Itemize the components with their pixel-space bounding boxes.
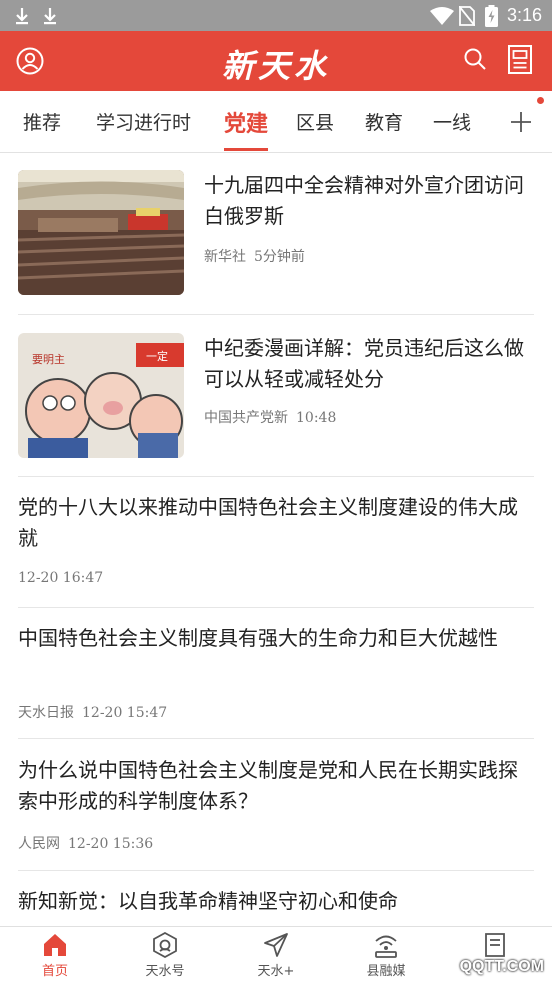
home-icon	[44, 934, 66, 956]
cartoon-image: 要明主 一定	[18, 333, 184, 458]
nav-label: 天水号	[145, 964, 185, 979]
tab-districts[interactable]: 区县	[296, 108, 334, 135]
news-item[interactable]: 中国特色社会主义制度具有强大的生命力和巨大优越性 天水日报 12-20 15:47	[18, 623, 534, 739]
cartoon-caption: 一定	[146, 349, 168, 363]
news-title: 为什么说中国特色社会主义制度是党和人民在长期实践探索中形成的科学制度体系？	[18, 758, 518, 813]
tab-party-building[interactable]: 党建	[224, 106, 268, 138]
divider	[18, 870, 534, 871]
news-meta: 中国共产党新 10:48	[204, 407, 344, 427]
newspaper-icon[interactable]	[508, 45, 534, 75]
tab-frontline[interactable]: 一线	[433, 108, 471, 135]
battery-icon	[485, 5, 498, 27]
news-item[interactable]: 新知新觉：以自我革命精神坚守初心和使命	[18, 886, 534, 926]
download-icon	[44, 8, 56, 25]
news-title: 党的十八大以来推动中国特色社会主义制度建设的伟大成就	[18, 495, 518, 550]
nav-label: 首页	[41, 964, 68, 979]
news-meta: 12-20 16:47	[18, 570, 111, 586]
account-icon	[153, 932, 177, 958]
news-item[interactable]: 党的十八大以来推动中国特色社会主义制度建设的伟大成就 12-20 16:47	[18, 492, 534, 608]
divider	[18, 738, 534, 739]
divider	[18, 476, 534, 477]
watermark: QQTT.COM	[459, 958, 544, 975]
download-icon	[16, 8, 28, 25]
news-time: 12-20 15:47	[82, 705, 168, 721]
nav-tianshui-plus[interactable]: 天水+	[221, 927, 331, 982]
news-time: 5分钟前	[254, 249, 305, 265]
add-tab-icon[interactable]	[510, 111, 532, 133]
cartoon-caption: 要明主	[32, 353, 65, 366]
news-thumbnail: 要明主 一定	[18, 333, 184, 458]
category-tabs: 推荐 学习进行时 党建 区县 教育 一线	[0, 91, 552, 153]
assembly-hall-image	[18, 170, 184, 295]
nav-label: 县融媒	[366, 964, 406, 979]
news-meta: 新华社 5分钟前	[204, 246, 313, 266]
notification-dot	[537, 97, 544, 104]
status-bar: 3:16	[0, 0, 552, 31]
tab-education[interactable]: 教育	[365, 108, 403, 135]
news-title: 中纪委漫画详解：党员违纪后这么做可以从轻或减轻处分	[204, 336, 524, 391]
news-source: 天水日报	[18, 705, 74, 721]
nav-county-media[interactable]: 县融媒	[331, 927, 441, 982]
news-source: 人民网	[18, 836, 60, 852]
active-tab-indicator	[224, 148, 268, 151]
news-source: 中国共产党新	[204, 410, 288, 426]
news-item[interactable]: 要明主 一定 中纪委漫画详解：党员违纪后这么做可以从轻或减轻处分 中国共产党新 1…	[18, 333, 534, 477]
divider	[18, 314, 534, 315]
news-source: 新华社	[204, 249, 246, 265]
news-thumbnail	[18, 170, 184, 295]
newspaper-icon	[485, 933, 505, 957]
news-time: 12-20 16:47	[18, 570, 104, 586]
search-icon[interactable]	[463, 47, 487, 71]
no-sim-icon	[459, 6, 475, 26]
app-header: 新天水	[0, 31, 552, 91]
news-meta: 天水日报 12-20 15:47	[18, 702, 175, 722]
news-meta: 人民网 12-20 15:36	[18, 833, 161, 853]
nav-home[interactable]: 首页	[0, 927, 110, 982]
news-title: 新知新觉：以自我革命精神坚守初心和使命	[18, 889, 398, 913]
clock: 3:16	[506, 5, 542, 25]
news-time: 10:48	[296, 410, 337, 426]
broadcast-icon	[375, 935, 397, 958]
news-title: 十九届四中全会精神对外宣介团访问白俄罗斯	[204, 173, 524, 228]
send-icon	[264, 933, 288, 957]
divider	[18, 607, 534, 608]
news-item[interactable]: 十九届四中全会精神对外宣介团访问白俄罗斯 新华社 5分钟前	[18, 170, 534, 315]
news-title: 中国特色社会主义制度具有强大的生命力和巨大优越性	[18, 626, 498, 650]
nav-label: 天水+	[257, 964, 295, 979]
tab-study[interactable]: 学习进行时	[96, 108, 191, 135]
wifi-icon	[430, 7, 454, 25]
news-item[interactable]: 为什么说中国特色社会主义制度是党和人民在长期实践探索中形成的科学制度体系？ 人民…	[18, 755, 534, 871]
news-time: 12-20 15:36	[68, 836, 154, 852]
tab-recommend[interactable]: 推荐	[23, 108, 61, 135]
nav-tianshui-account[interactable]: 天水号	[110, 927, 220, 982]
